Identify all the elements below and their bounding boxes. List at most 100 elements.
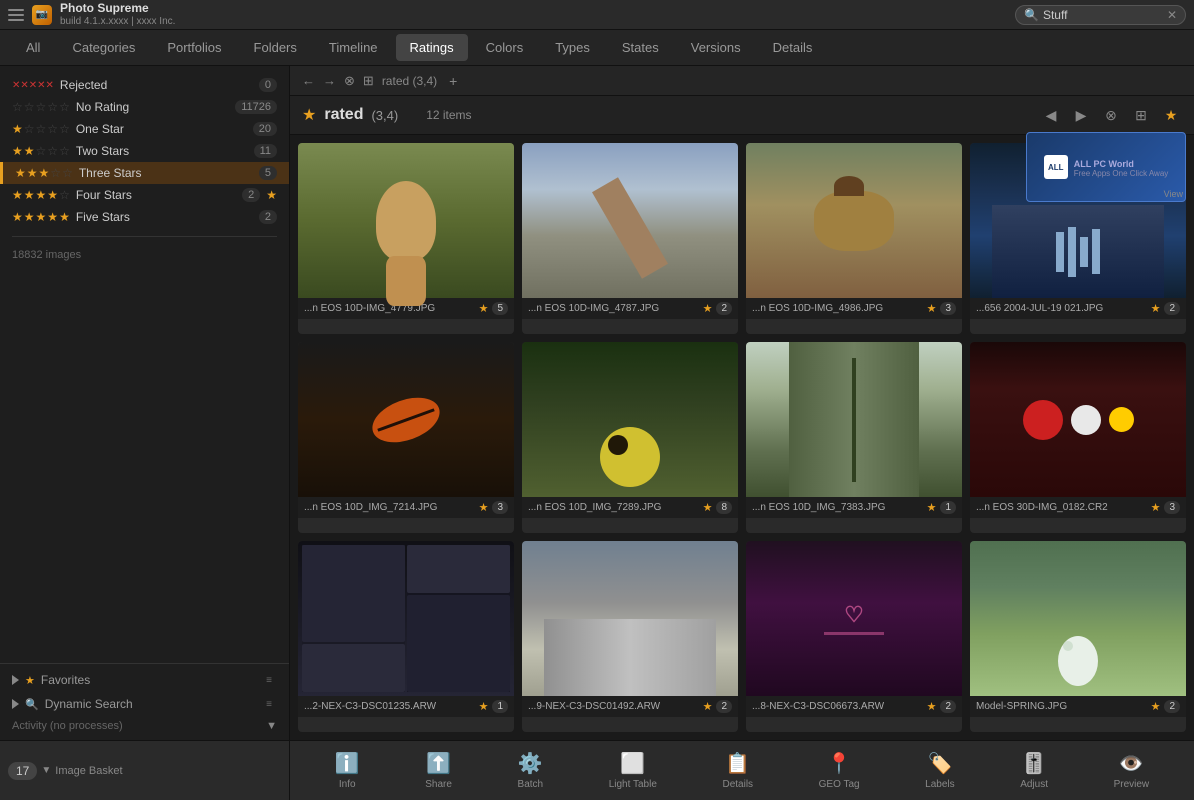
ad-logo: ALL	[1044, 155, 1068, 179]
ad-subtitle: Free Apps One Click Away	[1074, 169, 1169, 178]
nav-back-icon[interactable]: ←	[302, 73, 315, 88]
photo-rating-11: 2	[940, 700, 956, 713]
filter-toolbar-icon[interactable]: ⊗	[1100, 104, 1122, 126]
details-tool[interactable]: 📋 Details	[722, 751, 753, 790]
photo-card-11[interactable]: ♡ ...8-NEX-C3-DSC06673.ARW ★ 2	[746, 541, 962, 732]
content-items-count: 12 items	[426, 108, 471, 122]
photo-thumb-11: ♡	[746, 541, 962, 696]
rejected-icon: ✕✕✕✕✕	[12, 80, 54, 91]
search-input[interactable]	[1043, 8, 1163, 22]
photo-card-9[interactable]: ...2-NEX-C3-DSC01235.ARW ★ 1	[298, 541, 514, 732]
tab-all[interactable]: All	[12, 34, 54, 61]
sidebar-item-five-stars[interactable]: ★ ★ ★ ★ ★ Five Stars 2	[0, 206, 289, 228]
dynamic-search-item[interactable]: 🔍 Dynamic Search ≡	[0, 692, 289, 716]
share-tool[interactable]: ⬆️ Share	[425, 751, 452, 790]
photo-star-icon-3: ★	[927, 302, 937, 315]
photo-name-12: Model-SPRING.JPG	[976, 701, 1147, 712]
info-tool[interactable]: ℹ️ Info	[335, 751, 360, 790]
photo-card-3[interactable]: ...n EOS 10D-IMG_4986.JPG ★ 3	[746, 143, 962, 334]
bottom-tools: ℹ️ Info ⬆️ Share ⚙️ Batch ⬜ Light Table …	[290, 751, 1194, 790]
photo-thumb-10	[522, 541, 738, 696]
photo-star-icon-12: ★	[1151, 700, 1161, 713]
photo-card-1[interactable]: ...n EOS 10D-IMG_4779.JPG ★ 5	[298, 143, 514, 334]
photo-rating-9: 1	[492, 700, 508, 713]
three-stars-stars: ★ ★ ★ ☆ ☆	[15, 166, 73, 180]
four-stars-count: 2	[242, 188, 260, 202]
photo-card-2[interactable]: ...n EOS 10D-IMG_4787.JPG ★ 2	[522, 143, 738, 334]
labels-label: Labels	[925, 779, 954, 790]
geo-tag-tool[interactable]: 📍 GEO Tag	[819, 751, 860, 790]
info-label: Info	[339, 779, 356, 790]
sidebar-item-four-stars[interactable]: ★ ★ ★ ★ ☆ Four Stars 2 ★	[0, 184, 289, 206]
favorites-item[interactable]: ★ Favorites ≡	[0, 668, 289, 692]
tab-portfolios[interactable]: Portfolios	[153, 34, 235, 61]
photo-card-8[interactable]: ...n EOS 30D-IMG_0182.CR2 ★ 3	[970, 342, 1186, 533]
title-star-icon: ★	[302, 105, 316, 125]
content-title-bar: ★ rated (3,4) 12 items ◀ ▶ ⊗ ⊞ ★	[290, 96, 1194, 135]
dynamic-search-menu-icon[interactable]: ≡	[261, 696, 277, 712]
sidebar-item-three-stars[interactable]: ★ ★ ★ ☆ ☆ Three Stars 5	[0, 162, 289, 184]
tab-folders[interactable]: Folders	[240, 34, 311, 61]
sidebar-divider	[12, 236, 277, 237]
four-stars-label: Four Stars	[76, 188, 236, 202]
tab-versions[interactable]: Versions	[677, 34, 755, 61]
light-table-tool[interactable]: ⬜ Light Table	[609, 751, 657, 790]
photo-card-6[interactable]: ...n EOS 10D_IMG_7289.JPG ★ 8	[522, 342, 738, 533]
favorites-menu-icon[interactable]: ≡	[261, 672, 277, 688]
tab-details[interactable]: Details	[759, 34, 827, 61]
filter-icon[interactable]: ⊗	[344, 73, 355, 89]
photo-name-9: ...2-NEX-C3-DSC01235.ARW	[304, 701, 475, 712]
clear-search-icon[interactable]: ✕	[1167, 8, 1177, 22]
photo-card-5[interactable]: ...n EOS 10D_IMG_7214.JPG ★ 3	[298, 342, 514, 533]
nav-forward-icon[interactable]: →	[323, 73, 336, 88]
bottom-left: 17 ▼ Image Basket	[0, 741, 290, 800]
two-stars-count: 11	[254, 144, 277, 158]
batch-tool[interactable]: ⚙️ Batch	[518, 751, 544, 790]
photo-card-7[interactable]: ...n EOS 10D_IMG_7383.JPG ★ 1	[746, 342, 962, 533]
photo-info-5: ...n EOS 10D_IMG_7214.JPG ★ 3	[298, 497, 514, 518]
next-page-icon[interactable]: ▶	[1070, 104, 1092, 126]
photo-thumb-3	[746, 143, 962, 298]
tab-colors[interactable]: Colors	[472, 34, 538, 61]
photo-info-3: ...n EOS 10D-IMG_4986.JPG ★ 3	[746, 298, 962, 319]
sidebar-item-no-rating[interactable]: ☆ ☆ ☆ ☆ ☆ No Rating 11726	[0, 96, 289, 118]
photo-info-12: Model-SPRING.JPG ★ 2	[970, 696, 1186, 717]
tab-states[interactable]: States	[608, 34, 673, 61]
add-icon[interactable]: +	[449, 73, 457, 89]
one-star-count: 20	[253, 122, 277, 136]
tab-timeline[interactable]: Timeline	[315, 34, 392, 61]
photo-name-6: ...n EOS 10D_IMG_7289.JPG	[528, 502, 699, 513]
preview-icon: 👁️	[1119, 751, 1144, 776]
light-table-icon: ⬜	[620, 751, 645, 776]
favorites-label: Favorites	[41, 673, 90, 687]
five-stars-stars: ★ ★ ★ ★ ★	[12, 210, 70, 224]
photo-thumb-5	[298, 342, 514, 497]
photo-info-6: ...n EOS 10D_IMG_7289.JPG ★ 8	[522, 497, 738, 518]
photo-star-icon-11: ★	[927, 700, 937, 713]
layers-icon[interactable]: ⊞	[1130, 104, 1152, 126]
sidebar-item-one-star[interactable]: ★ ☆ ☆ ☆ ☆ One Star 20	[0, 118, 289, 140]
sidebar-item-two-stars[interactable]: ★ ★ ☆ ☆ ☆ Two Stars 11	[0, 140, 289, 162]
ad-view-label: View	[1164, 189, 1183, 199]
breadcrumb: rated (3,4)	[382, 74, 437, 88]
top-bar: 📷 Photo Supreme build 4.1.x.xxxx | xxxx …	[0, 0, 1194, 30]
adjust-tool[interactable]: 🎚️ Adjust	[1020, 751, 1048, 790]
photo-name-5: ...n EOS 10D_IMG_7214.JPG	[304, 502, 475, 513]
prev-page-icon[interactable]: ◀	[1040, 104, 1062, 126]
photo-card-10[interactable]: ...9-NEX-C3-DSC01492.ARW ★ 2	[522, 541, 738, 732]
photo-card-12[interactable]: Model-SPRING.JPG ★ 2	[970, 541, 1186, 732]
photo-info-2: ...n EOS 10D-IMG_4787.JPG ★ 2	[522, 298, 738, 319]
light-table-label: Light Table	[609, 779, 657, 790]
preview-tool[interactable]: 👁️ Preview	[1114, 751, 1150, 790]
activity-add-icon[interactable]: ▼	[266, 720, 277, 732]
sidebar-item-rejected[interactable]: ✕✕✕✕✕ Rejected 0	[0, 74, 289, 96]
tab-categories[interactable]: Categories	[58, 34, 149, 61]
share-label: Share	[425, 779, 452, 790]
favorite-toolbar-icon[interactable]: ★	[1160, 104, 1182, 126]
tab-ratings[interactable]: Ratings	[396, 34, 468, 61]
tab-types[interactable]: Types	[541, 34, 604, 61]
stack-icon[interactable]: ⊞	[363, 73, 374, 89]
app-title: Photo Supreme	[60, 1, 175, 15]
menu-button[interactable]	[8, 9, 24, 21]
labels-tool[interactable]: 🏷️ Labels	[925, 751, 954, 790]
